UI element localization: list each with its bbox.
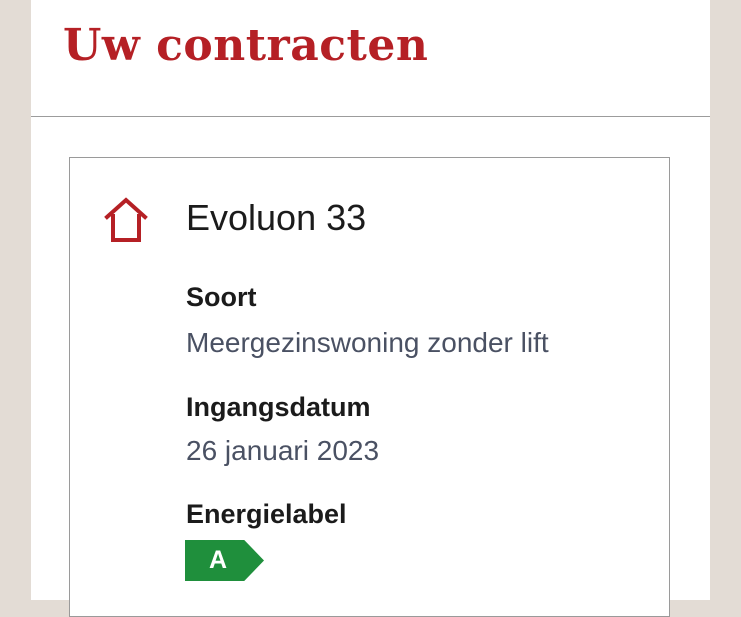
energy-label-badge: A [185,540,264,581]
contract-card[interactable]: Evoluon 33 Soort Meergezinswoning zonder… [69,157,670,617]
ingangsdatum-label: Ingangsdatum [186,392,371,422]
energielabel-label: Energielabel [186,499,347,529]
energy-label-letter: A [208,546,228,574]
soort-label: Soort [186,282,257,312]
page-title: Uw contracten [63,20,429,71]
contracts-panel: Uw contracten Evoluon 33 Soort Meergezin… [31,0,710,617]
house-icon [104,197,148,242]
title-divider [31,116,710,117]
contract-address: Evoluon 33 [186,197,367,238]
soort-value: Meergezinswoning zonder lift [186,327,549,358]
ingangsdatum-value: 26 januari 2023 [186,435,380,466]
